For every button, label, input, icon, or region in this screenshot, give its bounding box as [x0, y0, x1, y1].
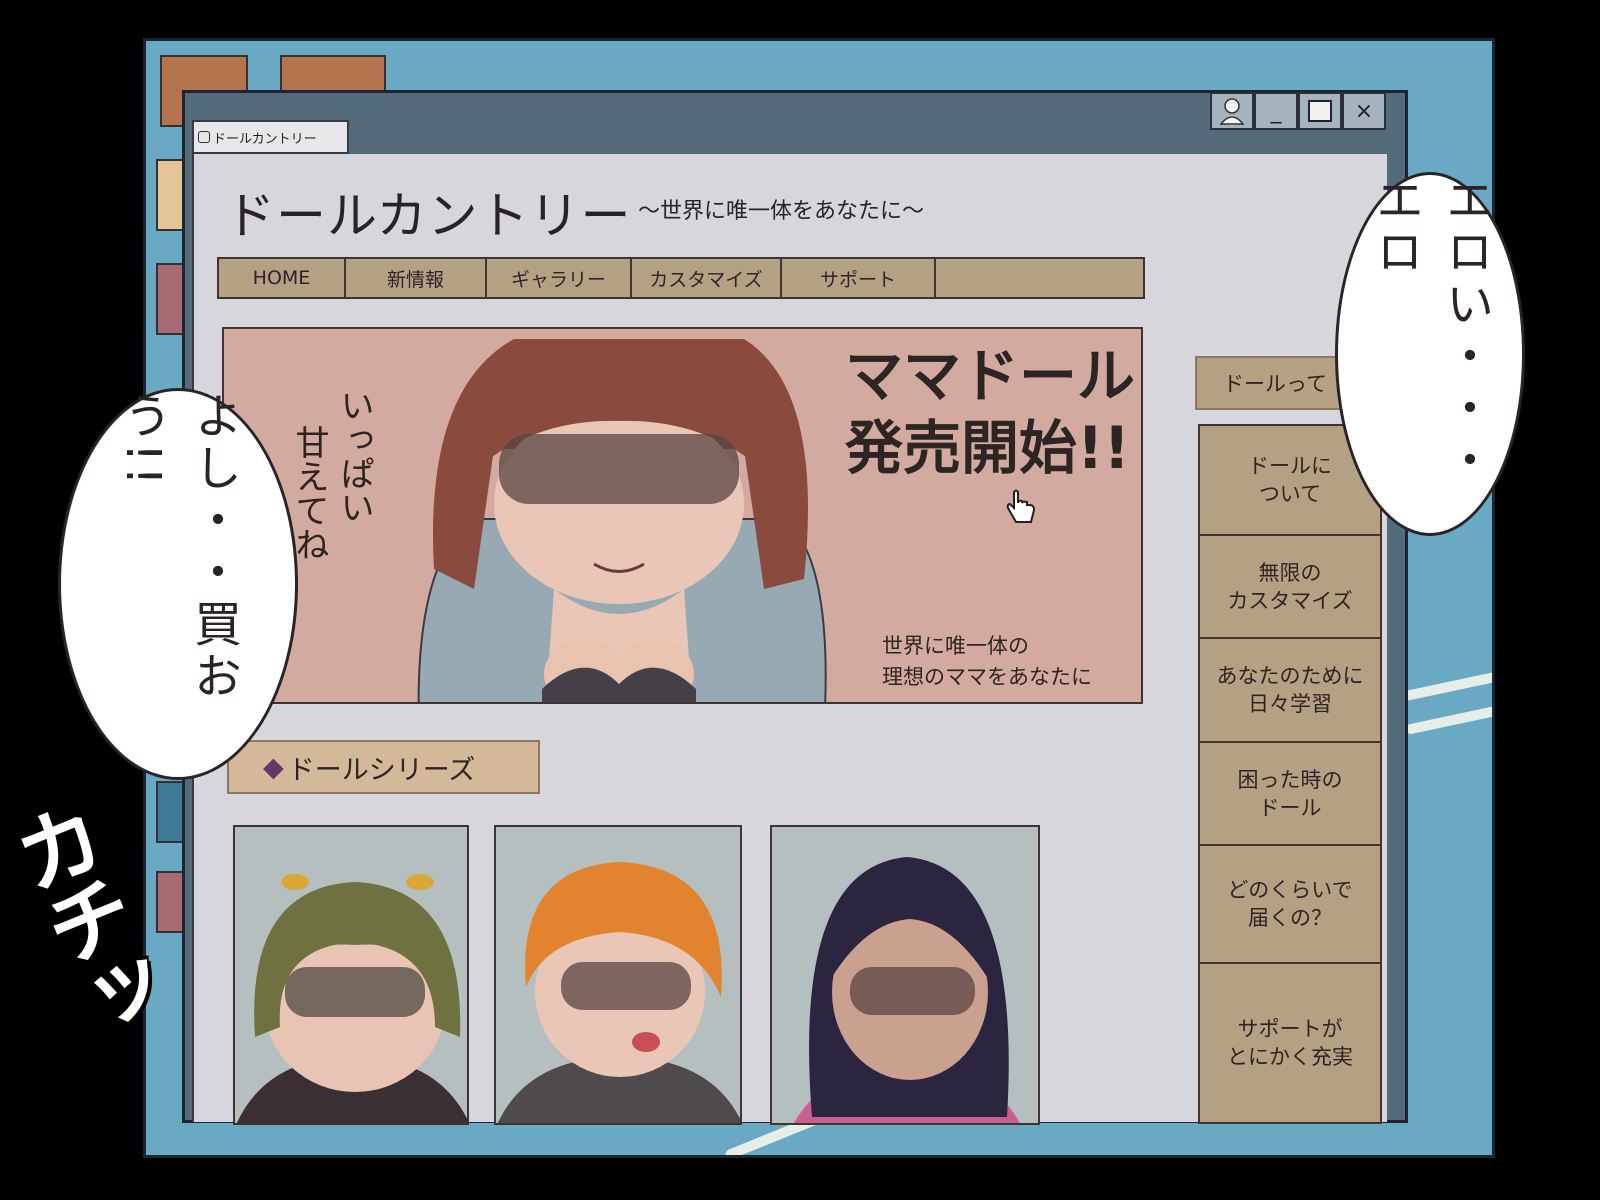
site-title[interactable]: ドールカントリー — [225, 176, 632, 248]
doll-card-image — [236, 874, 467, 1123]
nav-item-customize[interactable]: カスタマイズ — [632, 259, 782, 297]
desktop-shortcut-icon[interactable] — [156, 781, 184, 843]
series-heading: ◆ ドールシリーズ — [227, 740, 540, 794]
doll-card[interactable] — [233, 825, 469, 1125]
nav-item-home[interactable]: HOME — [219, 259, 346, 297]
banner-subtitle: 世界に唯一体の 理想のママをあなたに — [882, 631, 1092, 693]
minimize-icon: _ — [1270, 98, 1282, 124]
desktop-shortcut-icon[interactable] — [156, 263, 184, 335]
sidebar-item-help[interactable]: 困った時の ドール — [1200, 743, 1380, 846]
minimize-button[interactable]: _ — [1254, 92, 1298, 130]
maximize-icon — [1308, 100, 1332, 122]
sidebar-item-customize[interactable]: 無限の カスタマイズ — [1200, 536, 1380, 639]
browser-tab-title: ドールカントリー — [213, 131, 317, 147]
sidebar: ドールに ついて 無限の カスタマイズ あなたのために 日々学習 困った時の ド… — [1198, 424, 1382, 1124]
nav-item-empty[interactable] — [936, 259, 1143, 297]
speech-bubble-right: エロい・・・エロ — [1335, 172, 1525, 536]
sidebar-item-learning[interactable]: あなたのために 日々学習 — [1200, 639, 1380, 743]
desktop-shortcut-icon[interactable] — [156, 871, 184, 933]
browser-tab[interactable]: ドールカントリー — [192, 120, 349, 154]
favicon-icon — [198, 131, 210, 143]
desktop-shortcut-icon[interactable] — [156, 159, 184, 231]
banner-vertical-text: いっぱい — [334, 388, 374, 524]
site-nav: HOME 新情報 ギャラリー カスタマイズ サポート — [217, 257, 1145, 299]
speech-bubble-left-text: よし・・買おう!! — [115, 391, 241, 703]
banner-title-line2: 発売開始!! — [845, 414, 1130, 482]
site-tagline: ～世界に唯一体をあなたに～ — [638, 199, 925, 224]
doll-card-image — [794, 857, 1020, 1123]
banner-vertical-text: 甘えてね — [289, 425, 329, 561]
close-button[interactable]: × — [1342, 92, 1386, 130]
sidebar-heading: ドールって — [1195, 356, 1355, 410]
doll-card[interactable] — [770, 825, 1040, 1125]
background-streak — [1394, 670, 1492, 703]
doll-card-image — [497, 862, 740, 1123]
close-icon: × — [1354, 98, 1374, 124]
sidebar-item-support[interactable]: サポートが とにかく充実 — [1200, 964, 1380, 1122]
nav-item-gallery[interactable]: ギャラリー — [487, 259, 632, 297]
series-heading-text: ドールシリーズ — [287, 754, 476, 786]
nav-item-news[interactable]: 新情報 — [346, 259, 487, 297]
maximize-button[interactable] — [1298, 92, 1342, 130]
nav-item-support[interactable]: サポート — [782, 259, 936, 297]
diamond-icon: ◆ — [263, 751, 284, 783]
banner-title-line1: ママドール — [845, 342, 1136, 410]
speech-bubble-right-text: エロい・・・エロ — [1367, 175, 1493, 487]
background-streak — [1404, 704, 1492, 735]
sidebar-item-delivery[interactable]: どのくらいで 届くの？ — [1200, 846, 1380, 964]
doll-card[interactable] — [494, 825, 742, 1125]
banner-title: ママドール 発売開始!! — [845, 340, 1135, 484]
hand-cursor-icon — [1006, 489, 1036, 523]
user-account-icon[interactable] — [1210, 92, 1254, 130]
speech-bubble-left: よし・・買おう!! — [58, 388, 298, 780]
banner-subtitle-line2: 理想のママをあなたに — [882, 665, 1092, 689]
banner-subtitle-line1: 世界に唯一体の — [882, 634, 1029, 658]
